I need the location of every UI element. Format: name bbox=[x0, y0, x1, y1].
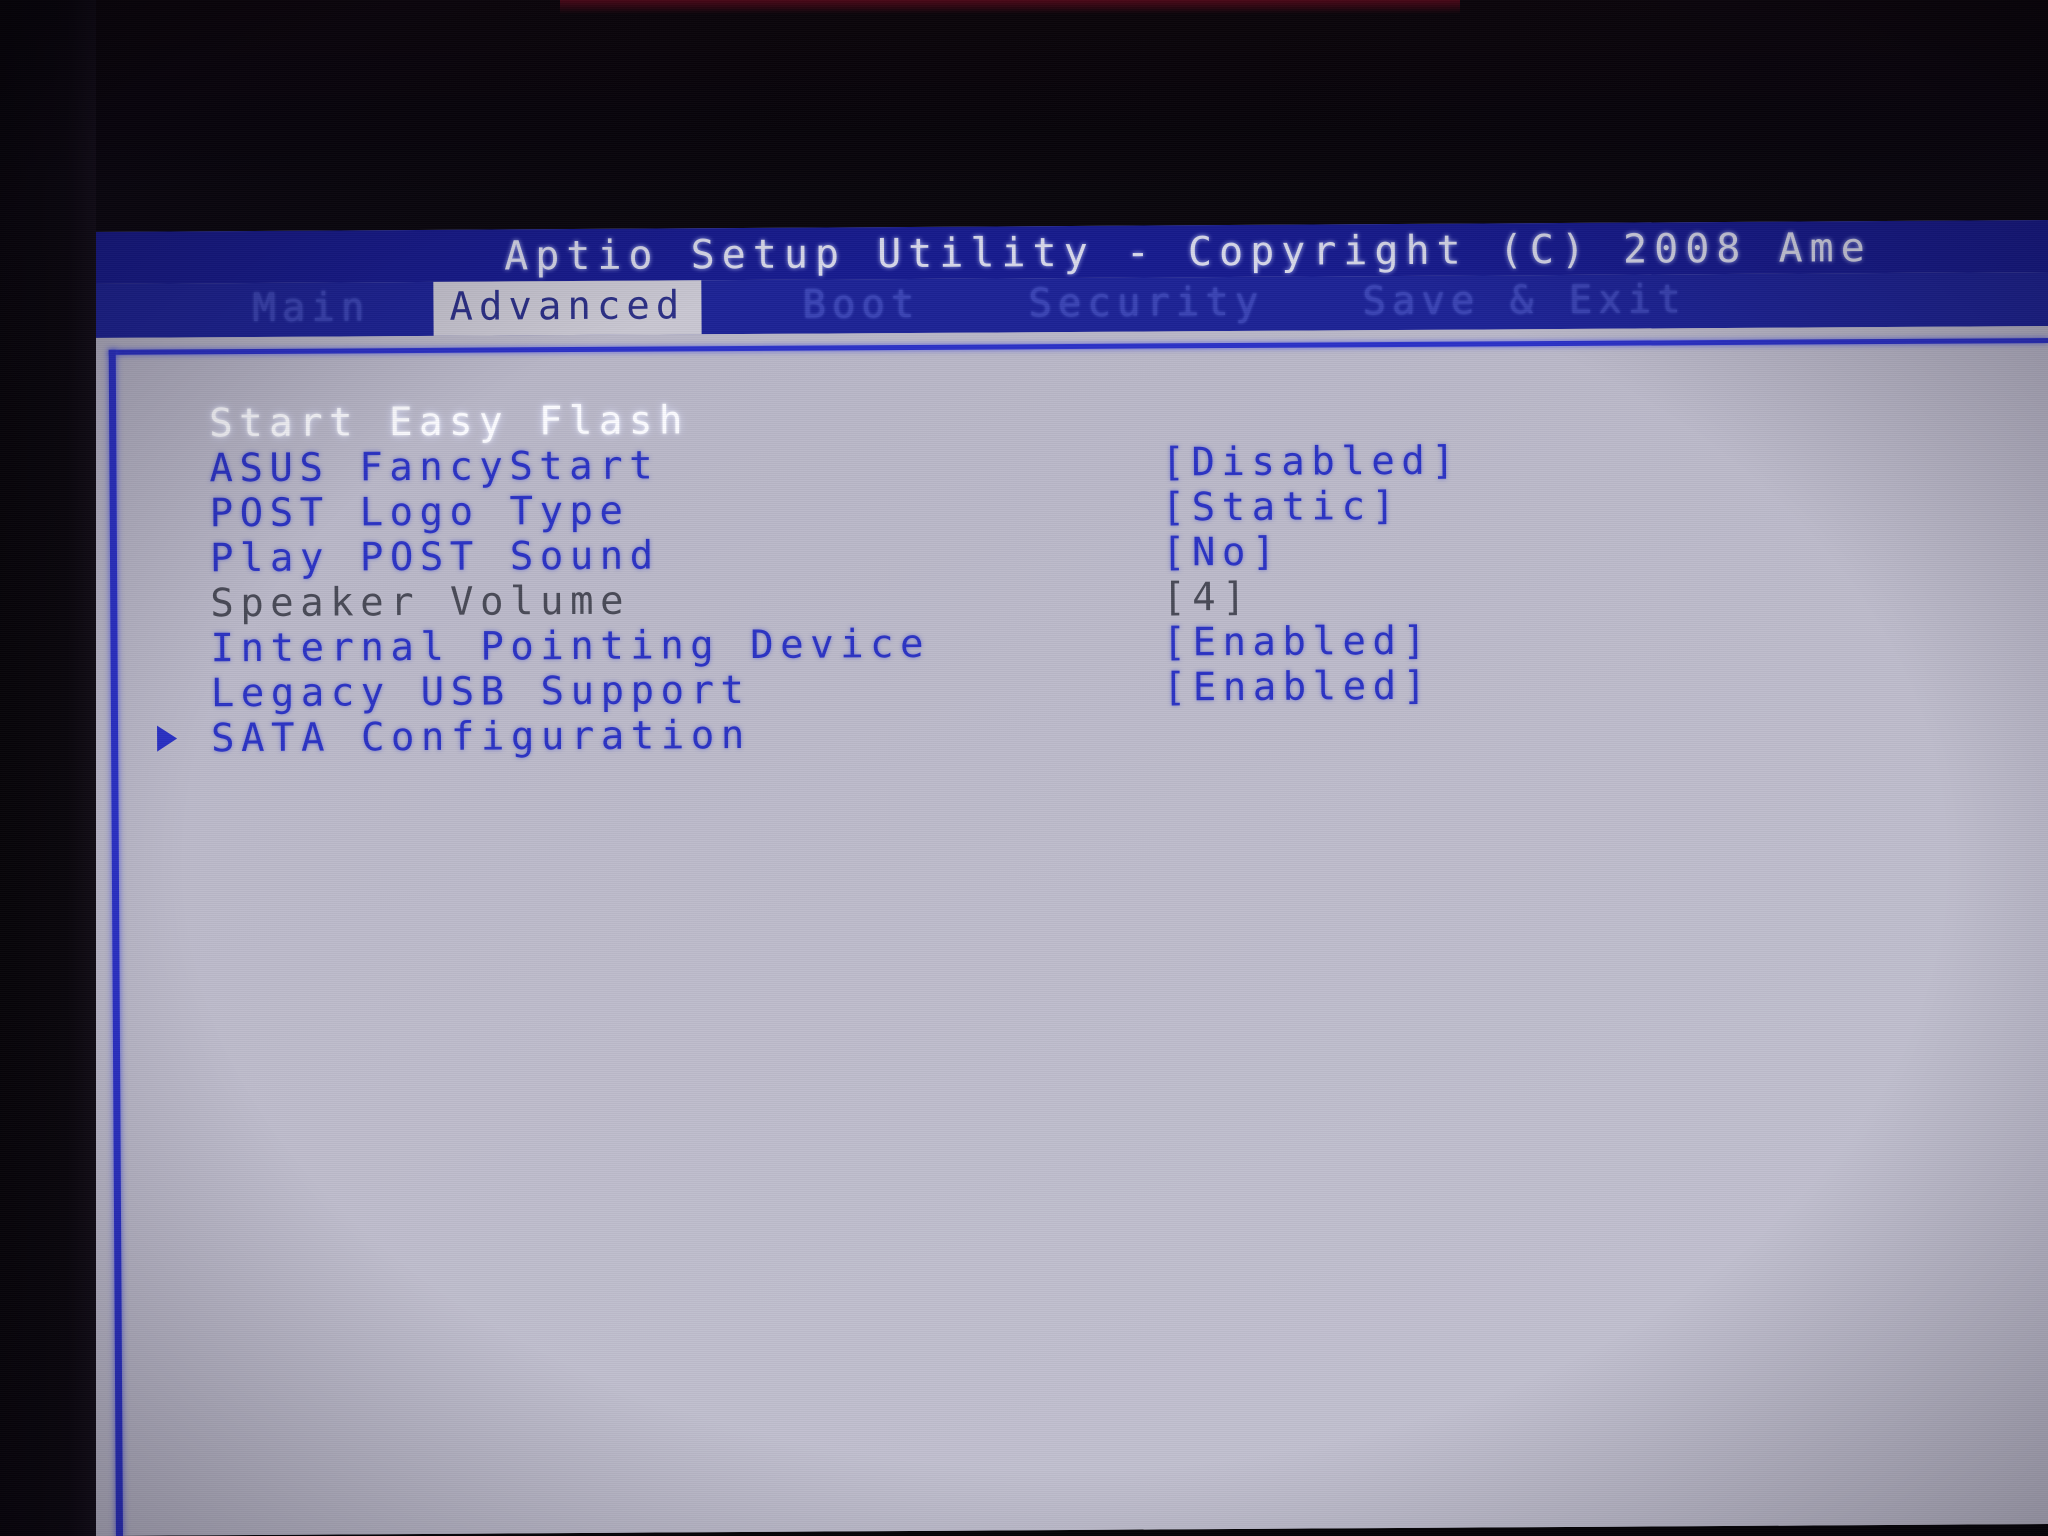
setting-value: [4] bbox=[1162, 574, 1253, 621]
settings-list: Start Easy Flash ASUS FancyStart [Disabl… bbox=[155, 390, 2017, 761]
submenu-arrow-icon bbox=[157, 724, 178, 752]
setting-label: Internal Pointing Device bbox=[210, 621, 931, 672]
laptop-screen-photo: Aptio Setup Utility - Copyright (C) 2008… bbox=[0, 0, 2048, 1536]
row-arrow-slot bbox=[157, 716, 203, 761]
setting-value[interactable]: [Enabled] bbox=[1162, 619, 1432, 666]
tab-main[interactable]: Main bbox=[236, 282, 386, 337]
setting-value[interactable]: [Disabled] bbox=[1161, 439, 1461, 486]
setting-label: Play POST Sound bbox=[209, 533, 660, 582]
setting-value[interactable]: [Static] bbox=[1162, 484, 1402, 530]
setting-label: SATA Configuration bbox=[210, 712, 751, 762]
tab-advanced[interactable]: Advanced bbox=[433, 280, 702, 336]
tab-boot[interactable]: Boot bbox=[786, 279, 936, 334]
tab-save-exit[interactable]: Save & Exit bbox=[1346, 274, 1703, 330]
tab-security[interactable]: Security bbox=[1012, 277, 1280, 333]
setting-label: POST Logo Type bbox=[209, 488, 630, 537]
setting-label: ASUS FancyStart bbox=[209, 443, 660, 492]
laptop-bezel-top bbox=[0, 0, 2048, 238]
bios-setup-screen: Aptio Setup Utility - Copyright (C) 2008… bbox=[86, 220, 2048, 1536]
setting-value[interactable]: [No] bbox=[1162, 530, 1282, 576]
setting-label: Speaker Volume bbox=[210, 578, 631, 627]
setting-label: Legacy USB Support bbox=[210, 667, 751, 717]
setting-value[interactable]: [Enabled] bbox=[1163, 664, 1433, 711]
laptop-bezel-left bbox=[0, 0, 96, 1536]
setting-label: Start Easy Flash bbox=[209, 398, 689, 447]
bezel-light-reflection bbox=[560, 0, 1460, 14]
